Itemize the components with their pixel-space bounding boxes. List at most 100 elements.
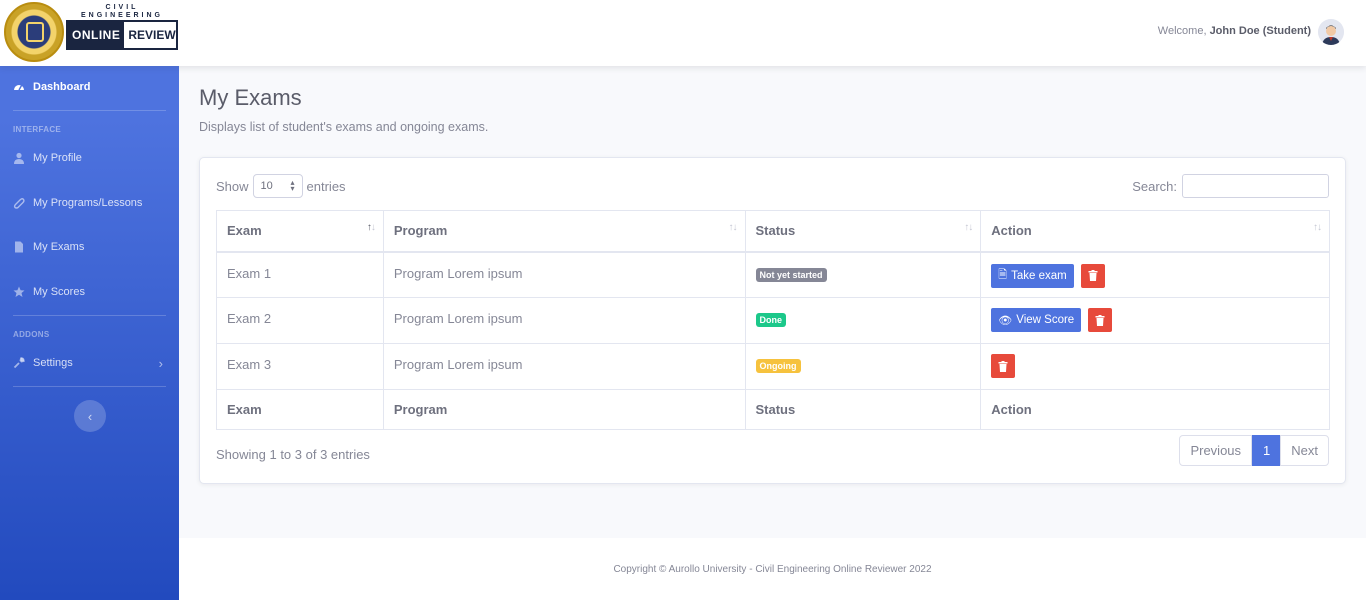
file-icon: 🗎 bbox=[998, 269, 1008, 281]
online-review-logo[interactable]: CIVIL ENGINEERING ONLINE REVIEW bbox=[66, 4, 178, 50]
star-icon bbox=[13, 286, 25, 297]
pagination: Previous 1 Next bbox=[1179, 435, 1329, 466]
entries-label: entries bbox=[306, 178, 346, 194]
paperclip-icon bbox=[13, 198, 25, 209]
tachometer-icon bbox=[14, 85, 24, 91]
sidebar-item-label: My Programs/Lessons bbox=[33, 197, 143, 209]
sidebar-item-my-programs[interactable]: My Programs/Lessons bbox=[0, 188, 179, 218]
entries-select-value: 10 bbox=[260, 180, 273, 192]
search-label: Search: bbox=[1132, 178, 1177, 194]
copyright-text: Copyright © Aurollo University - Civil E… bbox=[613, 564, 932, 575]
sidebar-item-label: Dashboard bbox=[33, 81, 91, 93]
status-cell: Ongoing bbox=[744, 343, 982, 390]
exam-cell: Exam 1 bbox=[216, 251, 384, 298]
sidebar-item-my-profile[interactable]: My Profile bbox=[0, 143, 179, 173]
show-label: Show bbox=[216, 178, 249, 194]
page-subtitle: Displays list of student's exams and ong… bbox=[199, 120, 489, 134]
sidebar-item-dashboard[interactable]: Dashboard bbox=[0, 72, 179, 102]
sidebar-item-my-scores[interactable]: My Scores bbox=[0, 277, 179, 307]
status-cell: Not yet started bbox=[744, 251, 982, 298]
sidebar-item-label: Settings bbox=[33, 357, 73, 369]
column-header-label: Status bbox=[755, 223, 796, 239]
column-footer-exam: Exam bbox=[216, 389, 384, 430]
program-cell: Program Lorem ipsum bbox=[382, 297, 746, 344]
logo-text-review: REVIEW bbox=[128, 28, 176, 42]
button-label: Take exam bbox=[1011, 269, 1067, 282]
delete-button[interactable] bbox=[991, 354, 1016, 378]
sidebar-divider bbox=[13, 315, 166, 316]
entries-select[interactable]: 10 ▴ ▾ bbox=[252, 174, 303, 198]
sort-ascending-icon: ↑↓ bbox=[366, 222, 376, 233]
page-button-current[interactable]: 1 bbox=[1252, 435, 1282, 466]
action-cell: 👁 View Score bbox=[980, 297, 1330, 344]
delete-button[interactable] bbox=[1080, 263, 1105, 288]
sidebar-heading-interface: INTERFACE bbox=[13, 125, 62, 134]
take-exam-button[interactable]: 🗎 Take exam bbox=[991, 263, 1074, 288]
select-arrows-icon: ▴ ▾ bbox=[290, 178, 295, 193]
action-cell: 🗎 Take exam bbox=[980, 251, 1330, 298]
logo-text-civil: CIVIL bbox=[105, 4, 139, 11]
column-header-exam[interactable]: Exam ↑↓ bbox=[216, 210, 384, 253]
exams-table: Exam ↑↓ Program ↑↓ Status ↑↓ Action ↑↓ Exam … bbox=[216, 210, 1330, 430]
column-header-program[interactable]: Program ↑↓ bbox=[382, 210, 746, 253]
trash-icon bbox=[1095, 314, 1105, 326]
program-cell: Program Lorem ipsum bbox=[382, 251, 746, 298]
logo-text-engineering: ENGINEERING bbox=[80, 12, 163, 19]
column-footer-program: Program bbox=[382, 389, 746, 430]
chevron-right-icon: › bbox=[158, 355, 163, 371]
status-cell: Done bbox=[744, 297, 982, 344]
wrench-icon bbox=[13, 357, 25, 369]
delete-button[interactable] bbox=[1088, 308, 1113, 332]
sort-icon: ↑↓ bbox=[728, 222, 738, 233]
column-header-action[interactable]: Action ↑↓ bbox=[980, 210, 1330, 253]
column-header-label: Program bbox=[393, 223, 448, 239]
user-name: John Doe (Student) bbox=[1209, 25, 1311, 37]
sort-icon: ↑↓ bbox=[1313, 222, 1322, 233]
welcome-label: Welcome, bbox=[1157, 25, 1207, 37]
sidebar-item-label: My Scores bbox=[33, 286, 85, 298]
file-icon bbox=[15, 241, 23, 253]
footer: Copyright © Aurollo University - Civil E… bbox=[179, 538, 1366, 600]
trash-icon bbox=[998, 360, 1008, 372]
column-footer-status: Status bbox=[744, 389, 982, 430]
column-header-label: Action bbox=[991, 223, 1032, 239]
table-info: Showing 1 to 3 of 3 entries bbox=[216, 447, 370, 462]
exam-cell: Exam 3 bbox=[216, 343, 384, 390]
button-label: View Score bbox=[1016, 314, 1075, 326]
logo-box: ONLINE REVIEW bbox=[66, 20, 178, 50]
university-seal-logo[interactable] bbox=[4, 2, 64, 62]
topbar: CIVIL ENGINEERING ONLINE REVIEW Welcome,… bbox=[0, 0, 1366, 66]
exams-card: Show 10 ▴ ▾ entries Search: Exam ↑↓ Progra… bbox=[199, 157, 1346, 484]
action-cell bbox=[980, 343, 1330, 390]
sidebar-toggle-button[interactable]: ‹ bbox=[74, 400, 106, 432]
program-cell: Program Lorem ipsum bbox=[382, 343, 746, 390]
sidebar-item-label: My Profile bbox=[33, 152, 82, 164]
next-button[interactable]: Next bbox=[1280, 435, 1329, 466]
sidebar-item-my-exams[interactable]: My Exams bbox=[0, 232, 179, 262]
sidebar-divider bbox=[13, 110, 166, 111]
chevron-left-icon: ‹ bbox=[87, 408, 93, 424]
table-row: Exam 2 Program Lorem ipsum Done 👁 View Sc… bbox=[216, 297, 1330, 344]
avatar[interactable] bbox=[1318, 19, 1344, 45]
user-icon bbox=[14, 152, 24, 164]
sidebar-divider bbox=[13, 386, 166, 387]
previous-button[interactable]: Previous bbox=[1179, 435, 1253, 466]
entries-length-control: Show 10 ▴ ▾ entries bbox=[216, 174, 346, 198]
sidebar-heading-addons: ADDONS bbox=[13, 330, 50, 339]
column-footer-action: Action bbox=[980, 389, 1330, 430]
view-score-button[interactable]: 👁 View Score bbox=[991, 308, 1082, 332]
sidebar-item-settings[interactable]: Settings › bbox=[0, 348, 179, 378]
user-dropdown-toggle[interactable]: Welcome, John Doe (Student) bbox=[1158, 25, 1311, 37]
column-header-status[interactable]: Status ↑↓ bbox=[744, 210, 982, 253]
sidebar-item-label: My Exams bbox=[33, 241, 85, 253]
trash-icon bbox=[1088, 270, 1098, 281]
search-input[interactable] bbox=[1182, 174, 1329, 198]
status-badge: Not yet started bbox=[755, 267, 827, 282]
status-badge: Ongoing bbox=[755, 359, 801, 373]
column-header-label: Exam bbox=[227, 223, 262, 239]
exam-cell: Exam 2 bbox=[216, 297, 384, 344]
table-row: Exam 3 Program Lorem ipsum Ongoing bbox=[216, 343, 1330, 390]
sort-icon: ↑↓ bbox=[964, 222, 973, 233]
eye-icon: 👁 bbox=[998, 314, 1013, 327]
table-row: Exam 1 Program Lorem ipsum Not yet start… bbox=[216, 251, 1330, 298]
